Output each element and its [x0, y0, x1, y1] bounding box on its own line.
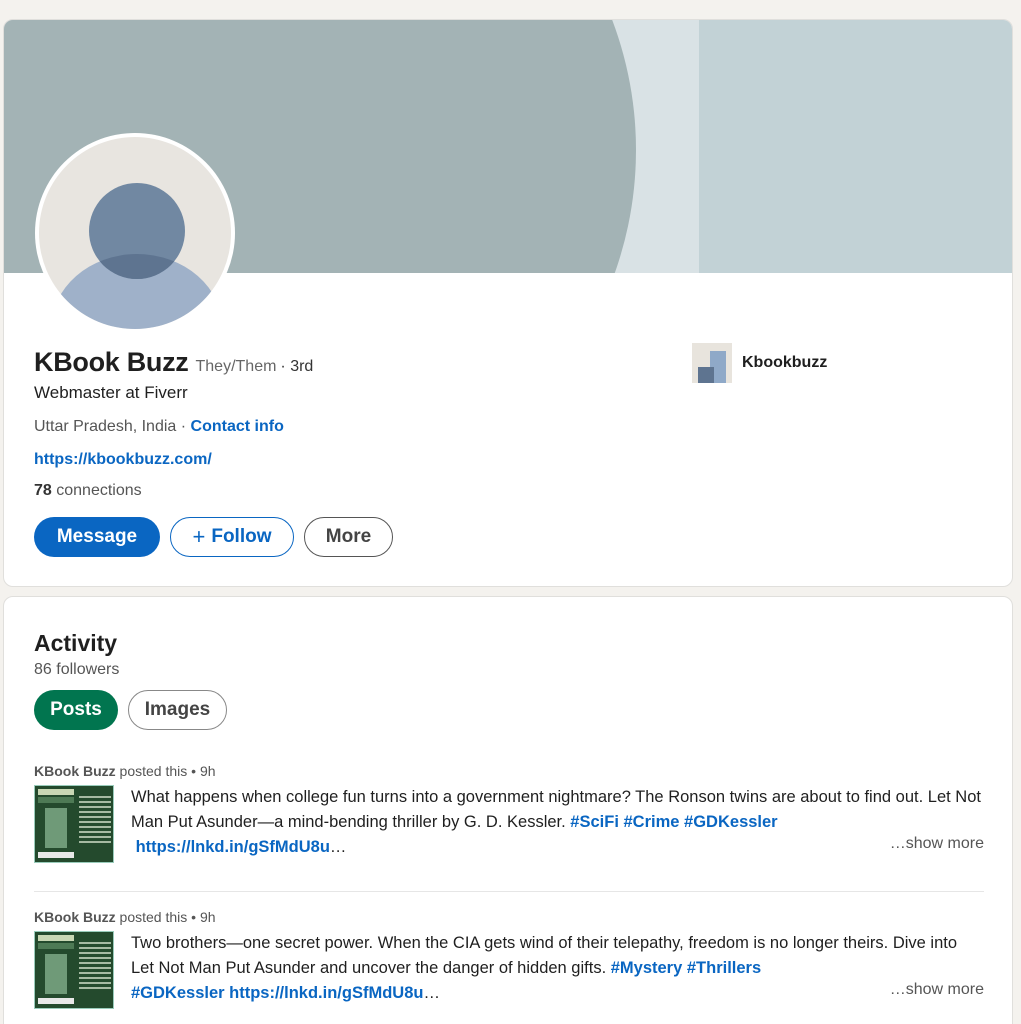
post-text: Two brothers—one secret power. When the … — [131, 931, 984, 1006]
contact-info-link[interactable]: Contact info — [191, 418, 284, 435]
tab-images[interactable]: Images — [128, 690, 227, 730]
hashtag[interactable]: #GDKessler — [131, 984, 225, 1002]
activity-title: Activity — [34, 630, 118, 656]
connections-count[interactable]: 78 connections — [34, 482, 142, 500]
post-text: What happens when college fun turns into… — [131, 785, 984, 860]
activity-card: Activity 86 followers Posts Images KBook… — [3, 596, 1013, 1024]
message-button[interactable]: Message — [34, 517, 160, 557]
post-item[interactable]: KBook Buzz posted this • 9h Two brothers… — [34, 909, 984, 1009]
post-author[interactable]: KBook Buzz — [34, 909, 116, 925]
location-row: Uttar Pradesh, India · Contact info — [34, 418, 284, 436]
post-author[interactable]: KBook Buzz — [34, 763, 116, 779]
current-company[interactable]: Kbookbuzz — [692, 343, 827, 383]
hashtag[interactable]: #SciFi — [570, 813, 619, 831]
more-button[interactable]: More — [304, 517, 393, 557]
post-item[interactable]: KBook Buzz posted this • 9h What happens… — [34, 763, 984, 863]
avatar[interactable] — [35, 133, 235, 333]
tab-posts[interactable]: Posts — [34, 690, 118, 730]
post-meta: KBook Buzz posted this • 9h — [34, 909, 984, 925]
post-ellipsis: … — [329, 838, 347, 856]
plus-icon: + — [192, 524, 206, 549]
post-body: Two brothers—one secret power. When the … — [131, 934, 958, 977]
connections-label: connections — [51, 482, 142, 499]
profile-card: KBook Buzz They/Them · 3rd Webmaster at … — [3, 19, 1013, 587]
company-logo — [692, 343, 732, 383]
post-link[interactable]: https://lnkd.in/gSfMdU8u — [136, 838, 330, 856]
hashtag[interactable]: #Mystery — [611, 959, 683, 977]
post-thumbnail[interactable] — [34, 931, 114, 1009]
company-name: Kbookbuzz — [742, 354, 828, 371]
post-divider — [34, 891, 984, 892]
follow-button[interactable]: + Follow — [170, 517, 294, 557]
show-more-button[interactable]: …show more — [890, 835, 984, 853]
hashtag[interactable]: #Crime — [624, 813, 680, 831]
connection-degree: · 3rd — [280, 358, 314, 375]
connections-number: 78 — [34, 482, 52, 499]
post-body: What happens when college fun turns into… — [131, 788, 981, 831]
show-more-button[interactable]: …show more — [890, 981, 984, 999]
post-time: posted this • 9h — [115, 909, 216, 925]
post-time: posted this • 9h — [115, 763, 216, 779]
hashtag[interactable]: #Thrillers — [687, 959, 761, 977]
profile-name: KBook Buzz — [34, 347, 189, 377]
followers-count: 86 followers — [34, 661, 120, 678]
profile-name-row: KBook Buzz They/Them · 3rd — [34, 347, 313, 378]
follow-label: Follow — [211, 526, 272, 547]
post-meta: KBook Buzz posted this • 9h — [34, 763, 984, 779]
profile-headline: Webmaster at Fiverr — [34, 383, 188, 402]
website-link[interactable]: https://kbookbuzz.com/ — [34, 451, 212, 469]
post-link[interactable]: https://lnkd.in/gSfMdU8u — [229, 984, 423, 1002]
post-thumbnail[interactable] — [34, 785, 114, 863]
hashtag[interactable]: #GDKessler — [684, 813, 778, 831]
post-ellipsis: … — [423, 984, 440, 1002]
location: Uttar Pradesh, India · — [34, 418, 191, 435]
pronouns: They/Them — [195, 358, 277, 375]
